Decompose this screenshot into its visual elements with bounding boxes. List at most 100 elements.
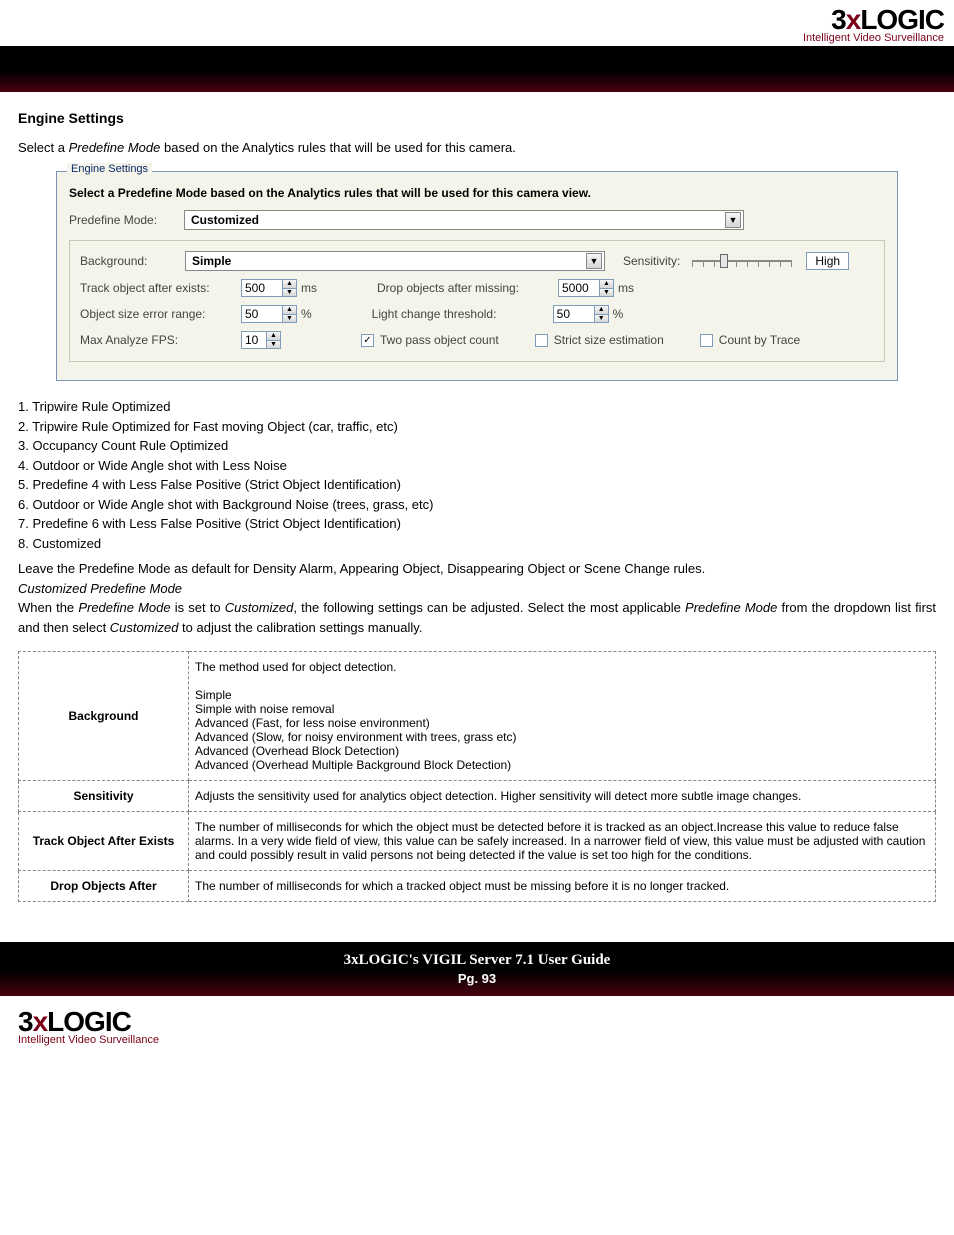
background-option: Simple with noise removal	[195, 702, 929, 716]
stepper-up-icon[interactable]: ▲	[267, 332, 280, 341]
custom-para-em: Predefine Mode	[685, 600, 777, 615]
custom-para-em: Customized	[110, 620, 179, 635]
def-key-background: Background	[19, 652, 189, 781]
footer-bar: 3xLOGIC's VIGIL Server 7.1 User Guide Pg…	[0, 942, 954, 996]
strict-size-label: Strict size estimation	[554, 333, 664, 347]
def-val-drop: The number of milliseconds for which a t…	[189, 871, 936, 902]
def-val-sensitivity: Adjusts the sensitivity used for analyti…	[189, 781, 936, 812]
predefine-mode-value: Customized	[191, 213, 259, 227]
stepper-up-icon[interactable]: ▲	[600, 280, 613, 289]
predefine-mode-list: 1. Tripwire Rule Optimized 2. Tripwire R…	[18, 397, 936, 553]
mode-item: 6. Outdoor or Wide Angle shot with Backg…	[18, 495, 936, 515]
table-row: Sensitivity Adjusts the sensitivity used…	[19, 781, 936, 812]
background-option: Simple	[195, 688, 929, 702]
max-fps-stepper[interactable]: 10 ▲▼	[241, 331, 281, 349]
background-label: Background:	[80, 254, 185, 268]
background-value: Simple	[192, 254, 231, 268]
background-option: Advanced (Slow, for noisy environment wi…	[195, 730, 929, 744]
mode-item: 7. Predefine 6 with Less False Positive …	[18, 514, 936, 534]
table-row: Track Object After Exists The number of …	[19, 812, 936, 871]
predefine-mode-label: Predefine Mode:	[69, 213, 184, 227]
panel-instruction: Select a Predefine Mode based on the Ana…	[69, 186, 885, 200]
obj-size-unit: %	[301, 307, 312, 321]
engine-sub-panel: Background: Simple ▼ Sensitivity: High T…	[69, 240, 885, 362]
predefine-mode-dropdown[interactable]: Customized ▼	[184, 210, 744, 230]
dropdown-caret-icon[interactable]: ▼	[586, 253, 602, 269]
custom-para-text: is set to	[171, 600, 225, 615]
table-row: Background The method used for object de…	[19, 652, 936, 781]
dropdown-caret-icon[interactable]: ▼	[725, 212, 741, 228]
two-pass-label: Two pass object count	[380, 333, 499, 347]
mode-item: 1. Tripwire Rule Optimized	[18, 397, 936, 417]
light-threshold-value: 50	[554, 306, 594, 322]
custom-para-text: to adjust the calibration settings manua…	[178, 620, 422, 635]
sensitivity-slider[interactable]	[692, 254, 792, 268]
intro-post: based on the Analytics rules that will b…	[160, 140, 516, 155]
background-dropdown[interactable]: Simple ▼	[185, 251, 605, 271]
strict-size-checkbox[interactable]	[535, 334, 548, 347]
stepper-down-icon[interactable]: ▼	[267, 341, 280, 349]
stepper-up-icon[interactable]: ▲	[595, 306, 608, 315]
brand-x: x	[846, 4, 861, 35]
track-exists-value: 500	[242, 280, 282, 296]
brand-tagline: Intelligent Video Surveillance	[0, 32, 944, 44]
background-option: Advanced (Overhead Multiple Background B…	[195, 758, 929, 772]
stepper-up-icon[interactable]: ▲	[283, 306, 296, 315]
background-intro: The method used for object detection.	[195, 660, 929, 674]
stepper-up-icon[interactable]: ▲	[283, 280, 296, 289]
custom-para-text: , the following settings can be adjusted…	[293, 600, 685, 615]
sensitivity-readout: High	[806, 252, 849, 270]
after-list-block: Leave the Predefine Mode as default for …	[18, 559, 936, 637]
light-threshold-stepper[interactable]: 50 ▲▼	[553, 305, 609, 323]
engine-settings-panel: Engine Settings Select a Predefine Mode …	[56, 171, 898, 381]
background-option: Advanced (Overhead Block Detection)	[195, 744, 929, 758]
background-option: Advanced (Fast, for less noise environme…	[195, 716, 929, 730]
max-fps-value: 10	[242, 332, 266, 348]
stepper-down-icon[interactable]: ▼	[595, 315, 608, 323]
table-row: Drop Objects After The number of millise…	[19, 871, 936, 902]
panel-legend: Engine Settings	[67, 163, 152, 175]
light-threshold-unit: %	[613, 307, 624, 321]
def-key-drop: Drop Objects After	[19, 871, 189, 902]
stepper-down-icon[interactable]: ▼	[283, 289, 296, 297]
obj-size-value: 50	[242, 306, 282, 322]
settings-definition-table: Background The method used for object de…	[18, 651, 936, 902]
stepper-down-icon[interactable]: ▼	[600, 289, 613, 297]
brand-logic: LOGIC	[860, 4, 944, 35]
brand-logic: LOGIC	[47, 1006, 131, 1037]
track-exists-stepper[interactable]: 500 ▲▼	[241, 279, 297, 297]
drop-missing-label: Drop objects after missing:	[377, 281, 552, 295]
intro-pre: Select a	[18, 140, 69, 155]
mode-item: 8. Customized	[18, 534, 936, 554]
custom-para-em: Customized	[225, 600, 294, 615]
slider-thumb[interactable]	[720, 254, 728, 268]
drop-missing-value: 5000	[559, 280, 599, 296]
header-bar	[0, 46, 954, 92]
intro-text: Select a Predefine Mode based on the Ana…	[18, 140, 936, 155]
obj-size-stepper[interactable]: 50 ▲▼	[241, 305, 297, 323]
two-pass-checkbox[interactable]	[361, 334, 374, 347]
max-fps-label: Max Analyze FPS:	[80, 333, 235, 347]
custom-para-em: Predefine Mode	[78, 600, 170, 615]
brand-3: 3	[831, 4, 846, 35]
custom-para-text: When the	[18, 600, 78, 615]
count-by-trace-label: Count by Trace	[719, 333, 800, 347]
count-by-trace-checkbox[interactable]	[700, 334, 713, 347]
obj-size-label: Object size error range:	[80, 307, 235, 321]
light-threshold-label: Light change threshold:	[372, 307, 547, 321]
drop-missing-unit: ms	[618, 281, 634, 295]
mode-item: 4. Outdoor or Wide Angle shot with Less …	[18, 456, 936, 476]
brand-3: 3	[18, 1006, 33, 1037]
footer-brand: 3xLOGIC Intelligent Video Surveillance	[0, 996, 954, 1066]
def-val-track: The number of milliseconds for which the…	[189, 812, 936, 871]
leave-default-text: Leave the Predefine Mode as default for …	[18, 559, 936, 579]
intro-em: Predefine Mode	[69, 140, 161, 155]
stepper-down-icon[interactable]: ▼	[283, 315, 296, 323]
mode-item: 3. Occupancy Count Rule Optimized	[18, 436, 936, 456]
drop-missing-stepper[interactable]: 5000 ▲▼	[558, 279, 614, 297]
sensitivity-label: Sensitivity:	[623, 254, 680, 268]
mode-item: 5. Predefine 4 with Less False Positive …	[18, 475, 936, 495]
header-brand-top: 3xLOGIC Intelligent Video Surveillance	[0, 0, 954, 46]
def-key-track: Track Object After Exists	[19, 812, 189, 871]
def-key-sensitivity: Sensitivity	[19, 781, 189, 812]
